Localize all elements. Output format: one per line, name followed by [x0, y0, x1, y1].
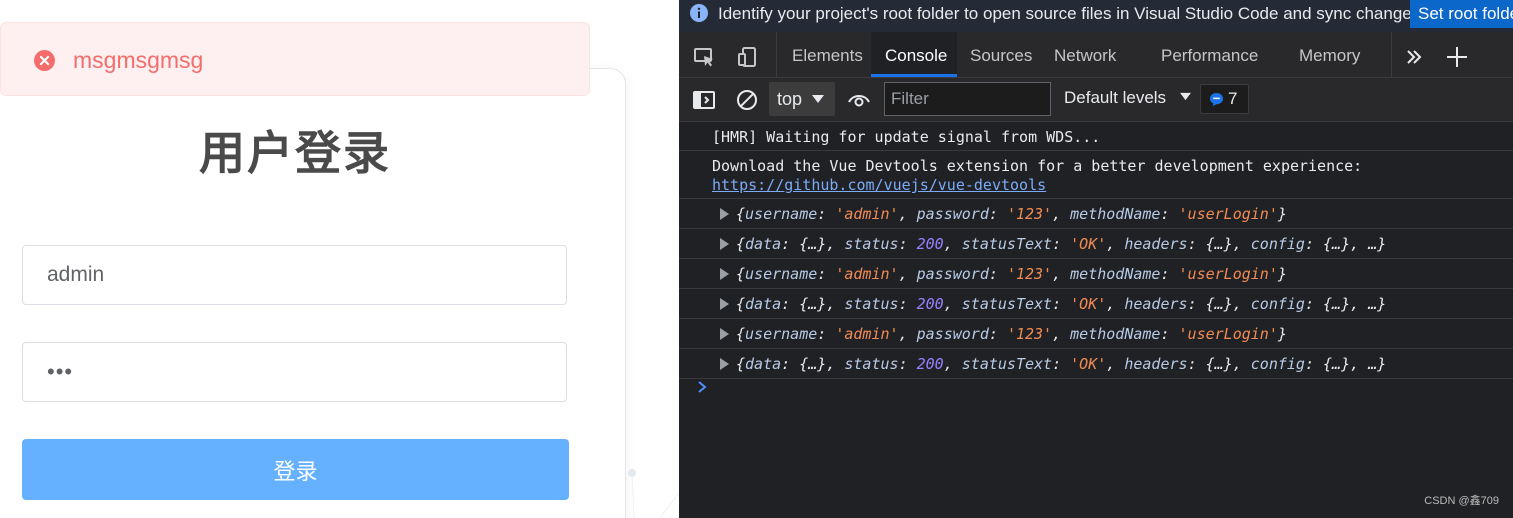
object-preview: {username: 'admin', password: '123', met… [736, 205, 1287, 223]
console-prompt-chevron-icon[interactable] [696, 380, 708, 394]
error-alert: msgmsgmsg [0, 22, 590, 96]
object-preview: {data: {…}, status: 200, statusText: 'OK… [736, 295, 1387, 313]
chevron-down-icon [1179, 92, 1191, 101]
info-icon [690, 4, 708, 22]
log-message: [HMR] Waiting for update signal from WDS… [679, 122, 1513, 151]
password-input[interactable] [23, 343, 566, 401]
console-object-row[interactable]: {username: 'admin', password: '123', met… [679, 199, 1513, 229]
log-levels-label: Default levels [1064, 88, 1167, 107]
app-page: msgmsgmsg 用户登录 登录 [0, 0, 679, 518]
filter-field [884, 82, 1051, 116]
devtools-tabbar: Elements Console Sources Network Perform… [679, 32, 1513, 78]
live-expression-eye-icon[interactable] [847, 88, 871, 112]
object-preview: {data: {…}, status: 200, statusText: 'OK… [736, 355, 1387, 373]
expand-triangle-icon[interactable] [720, 268, 729, 280]
console-object-row[interactable]: {data: {…}, status: 200, statusText: 'OK… [679, 289, 1513, 319]
object-preview: {data: {…}, status: 200, statusText: 'OK… [736, 235, 1387, 253]
tab-separator [776, 32, 777, 77]
hmr-log-text: [HMR] Waiting for update signal from WDS… [712, 128, 1101, 146]
username-field-wrapper [22, 245, 567, 305]
expand-triangle-icon[interactable] [720, 208, 729, 220]
context-label: top [777, 89, 803, 109]
expand-triangle-icon[interactable] [720, 238, 729, 250]
page-title: 用户登录 [199, 126, 391, 180]
tab-network[interactable]: Network [1054, 32, 1116, 77]
add-tab-plus-icon[interactable] [1445, 45, 1469, 69]
infobar: Identify your project's root folder to o… [679, 0, 1513, 32]
issues-counter[interactable]: 7 [1200, 84, 1249, 114]
expand-triangle-icon[interactable] [720, 358, 729, 370]
tab-elements[interactable]: Elements [792, 32, 863, 77]
more-tabs-chevron-icon[interactable] [1402, 45, 1426, 69]
expand-triangle-icon[interactable] [720, 298, 729, 310]
issues-count: 7 [1228, 89, 1238, 108]
object-preview: {username: 'admin', password: '123', met… [736, 265, 1287, 283]
watermark: CSDN @鑫709 [1424, 495, 1499, 507]
password-field-wrapper [22, 342, 567, 402]
context-selector[interactable]: top [769, 82, 835, 116]
message-bubble-icon [1209, 92, 1224, 107]
device-toolbar-icon[interactable] [736, 45, 760, 69]
console-object-row[interactable]: {username: 'admin', password: '123', met… [679, 259, 1513, 289]
alert-message: msgmsgmsg [73, 47, 204, 73]
chevron-down-icon [812, 95, 824, 103]
clear-console-icon[interactable] [735, 88, 759, 112]
vue-devtools-log-text: Download the Vue Devtools extension for … [712, 157, 1363, 175]
devtools-panel: Identify your project's root folder to o… [679, 0, 1513, 518]
tab-performance[interactable]: Performance [1161, 32, 1258, 77]
filter-input[interactable] [885, 83, 1050, 115]
tab-sources[interactable]: Sources [970, 32, 1032, 77]
console-toolbar: top Default levels 7 [679, 78, 1513, 122]
log-levels-dropdown[interactable]: Default levels [1064, 88, 1192, 108]
tab-separator [1391, 32, 1392, 77]
console-output: [HMR] Waiting for update signal from WDS… [679, 122, 1513, 518]
console-object-row[interactable]: {data: {…}, status: 200, statusText: 'OK… [679, 229, 1513, 259]
expand-triangle-icon[interactable] [720, 328, 729, 340]
sidebar-toggle-icon[interactable] [692, 88, 716, 112]
inspect-element-icon[interactable] [692, 45, 716, 69]
tab-console[interactable]: Console [871, 32, 957, 77]
vue-devtools-link[interactable]: https://github.com/vuejs/vue-devtools [712, 176, 1046, 194]
infobar-message: Identify your project's root folder to o… [718, 4, 1425, 23]
login-button[interactable]: 登录 [22, 439, 569, 500]
log-message: Download the Vue Devtools extension for … [679, 151, 1513, 199]
object-preview: {username: 'admin', password: '123', met… [736, 325, 1287, 343]
background-decoration [628, 469, 679, 518]
error-circle-icon [34, 50, 55, 71]
console-object-row[interactable]: {data: {…}, status: 200, statusText: 'OK… [679, 349, 1513, 379]
set-root-folder-button[interactable]: Set root folde [1410, 0, 1513, 28]
console-object-row[interactable]: {username: 'admin', password: '123', met… [679, 319, 1513, 349]
tab-memory[interactable]: Memory [1299, 32, 1360, 77]
username-input[interactable] [23, 246, 566, 304]
